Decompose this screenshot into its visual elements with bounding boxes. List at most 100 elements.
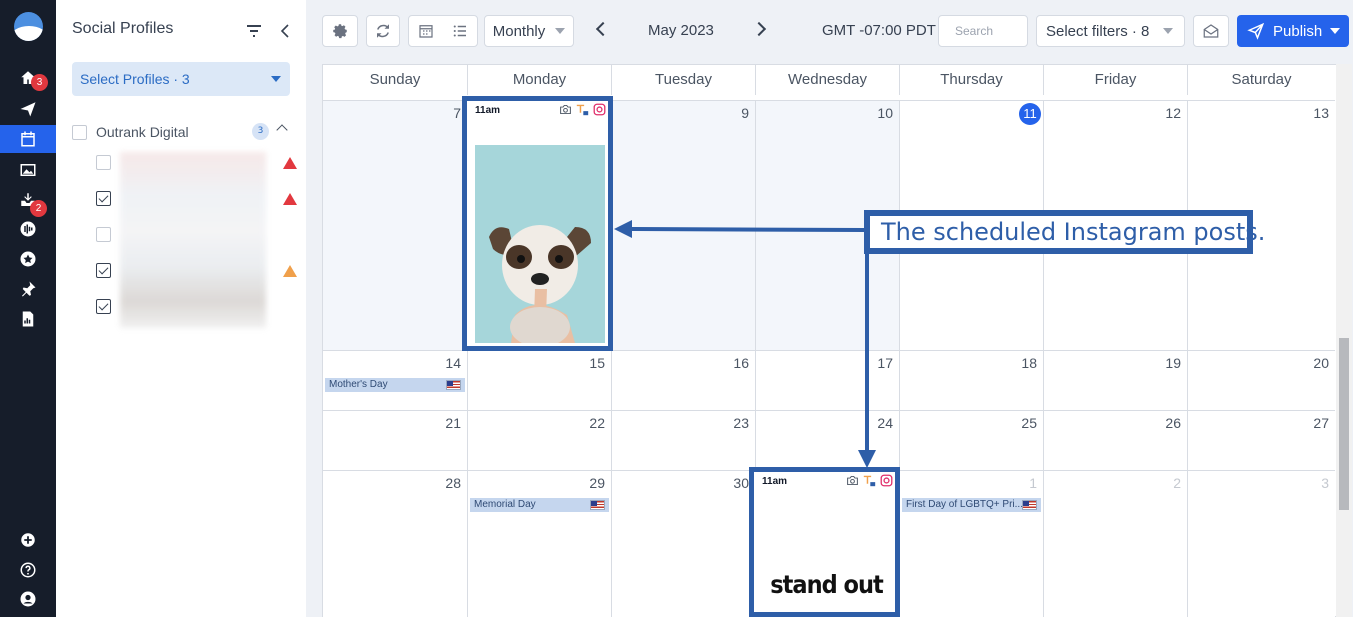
day-cell[interactable]: 16: [612, 351, 756, 411]
holiday-event[interactable]: Mother's Day: [325, 378, 465, 392]
profile-checkbox[interactable]: [96, 191, 111, 206]
next-month-icon[interactable]: [751, 21, 767, 37]
post-icons: [559, 103, 606, 116]
filter-icon[interactable]: [244, 22, 264, 40]
nav-listening[interactable]: [0, 215, 56, 243]
nav-add[interactable]: [0, 526, 56, 554]
day-cell[interactable]: 7: [323, 101, 468, 351]
plus-circle-icon: [21, 533, 35, 547]
chevron-down-icon: [555, 28, 566, 34]
day-cell[interactable]: 9: [612, 101, 756, 351]
day-cell[interactable]: 1 First Day of LGBTQ+ Pri...: [900, 471, 1044, 617]
post-icons: [846, 474, 893, 487]
nav-reviews[interactable]: [0, 245, 56, 273]
holiday-event[interactable]: First Day of LGBTQ+ Pri...: [902, 498, 1041, 512]
day-cell[interactable]: 15: [468, 351, 612, 411]
us-flag-icon: [446, 380, 461, 390]
day-number: 20: [1313, 355, 1329, 371]
chevron-down-icon: [271, 76, 281, 82]
day-cell[interactable]: 28: [323, 471, 468, 617]
scheduled-post-card[interactable]: 11am stand out: [749, 467, 900, 617]
calendar-icon: [21, 131, 35, 147]
settings-button[interactable]: [322, 15, 358, 47]
nav-reports[interactable]: [0, 305, 56, 333]
profile-group[interactable]: Outrank Digital 3: [72, 122, 294, 142]
day-cell[interactable]: 18: [900, 351, 1044, 411]
group-name: Outrank Digital: [96, 124, 189, 140]
day-header: Thursday: [900, 65, 1044, 95]
day-number: 17: [877, 355, 893, 371]
day-header: Monday: [468, 65, 612, 95]
collapse-panel-icon[interactable]: [278, 22, 292, 40]
calendar-scrollbar[interactable]: [1336, 64, 1352, 617]
nav-calendar[interactable]: [0, 125, 56, 153]
day-number: 3: [1321, 475, 1329, 491]
nav-home[interactable]: 3: [0, 64, 56, 92]
view-toggle[interactable]: [408, 15, 478, 47]
day-cell[interactable]: 20: [1188, 351, 1335, 411]
help-icon: [20, 562, 36, 578]
warning-icon: [283, 265, 297, 277]
calendar-view-icon[interactable]: [417, 22, 435, 40]
day-header: Friday: [1044, 65, 1188, 95]
chevron-up-icon[interactable]: [276, 124, 288, 136]
day-cell[interactable]: 19: [1044, 351, 1188, 411]
day-header: Saturday: [1231, 71, 1292, 88]
select-profiles-dropdown[interactable]: Select Profiles · 3: [72, 62, 290, 96]
day-number: 9: [741, 105, 749, 121]
app-logo[interactable]: [14, 12, 43, 41]
home-badge: 3: [31, 74, 48, 91]
list-view-icon[interactable]: [451, 22, 469, 40]
day-cell[interactable]: 2: [1044, 471, 1188, 617]
instagram-icon: [880, 474, 893, 487]
warning-icon: [283, 157, 297, 169]
day-cell[interactable]: 17: [756, 351, 900, 411]
nav-media[interactable]: [0, 156, 56, 184]
nav-account[interactable]: [0, 585, 56, 613]
publish-button[interactable]: Publish: [1237, 15, 1349, 47]
refresh-button[interactable]: [366, 15, 400, 47]
nav-pinned[interactable]: [0, 275, 56, 303]
view-mode-dropdown[interactable]: Monthly: [484, 15, 574, 47]
filters-dropdown[interactable]: Select filters · 8: [1036, 15, 1185, 47]
share-button[interactable]: [1193, 15, 1229, 47]
day-number: 16: [733, 355, 749, 371]
chevron-down-icon: [1330, 28, 1340, 34]
day-number: 7: [453, 105, 461, 121]
day-cell[interactable]: 27: [1188, 411, 1335, 471]
timezone-label[interactable]: GMT -07:00 PDT: [822, 22, 936, 39]
scrollbar-thumb[interactable]: [1339, 338, 1349, 510]
holiday-event[interactable]: Memorial Day: [470, 498, 609, 512]
day-number: 23: [733, 415, 749, 431]
us-flag-icon: [1022, 500, 1037, 510]
panel-title: Social Profiles: [72, 20, 174, 37]
nav-help[interactable]: [0, 556, 56, 584]
scheduled-post-card[interactable]: 11am: [462, 96, 613, 351]
profile-checkbox[interactable]: [96, 227, 111, 242]
instagram-icon: [593, 103, 606, 116]
day-number: 10: [877, 105, 893, 121]
day-number: 14: [445, 355, 461, 371]
day-number: 1: [1029, 475, 1037, 491]
day-cell[interactable]: 23: [612, 411, 756, 471]
search-input[interactable]: Search: [938, 15, 1028, 47]
nav-publish[interactable]: [0, 95, 56, 123]
day-cell[interactable]: 21: [323, 411, 468, 471]
day-cell[interactable]: 14 Mother's Day: [323, 351, 468, 411]
nav-inbox[interactable]: 2: [0, 186, 56, 217]
profile-checkbox[interactable]: [96, 263, 111, 278]
day-cell[interactable]: 3: [1188, 471, 1335, 617]
group-checkbox[interactable]: [72, 125, 87, 140]
day-cell[interactable]: 29 Memorial Day: [468, 471, 612, 617]
prev-month-icon[interactable]: [595, 21, 611, 37]
day-cell[interactable]: 26: [1044, 411, 1188, 471]
day-cell[interactable]: 30: [612, 471, 756, 617]
post-text-image: stand out: [770, 570, 883, 599]
group-count-badge: 3: [252, 123, 269, 140]
day-cell[interactable]: 24: [756, 411, 900, 471]
day-cell[interactable]: 22: [468, 411, 612, 471]
text-format-icon: [576, 104, 589, 116]
day-cell[interactable]: 25: [900, 411, 1044, 471]
profile-checkbox[interactable]: [96, 299, 111, 314]
profile-checkbox[interactable]: [96, 155, 111, 170]
